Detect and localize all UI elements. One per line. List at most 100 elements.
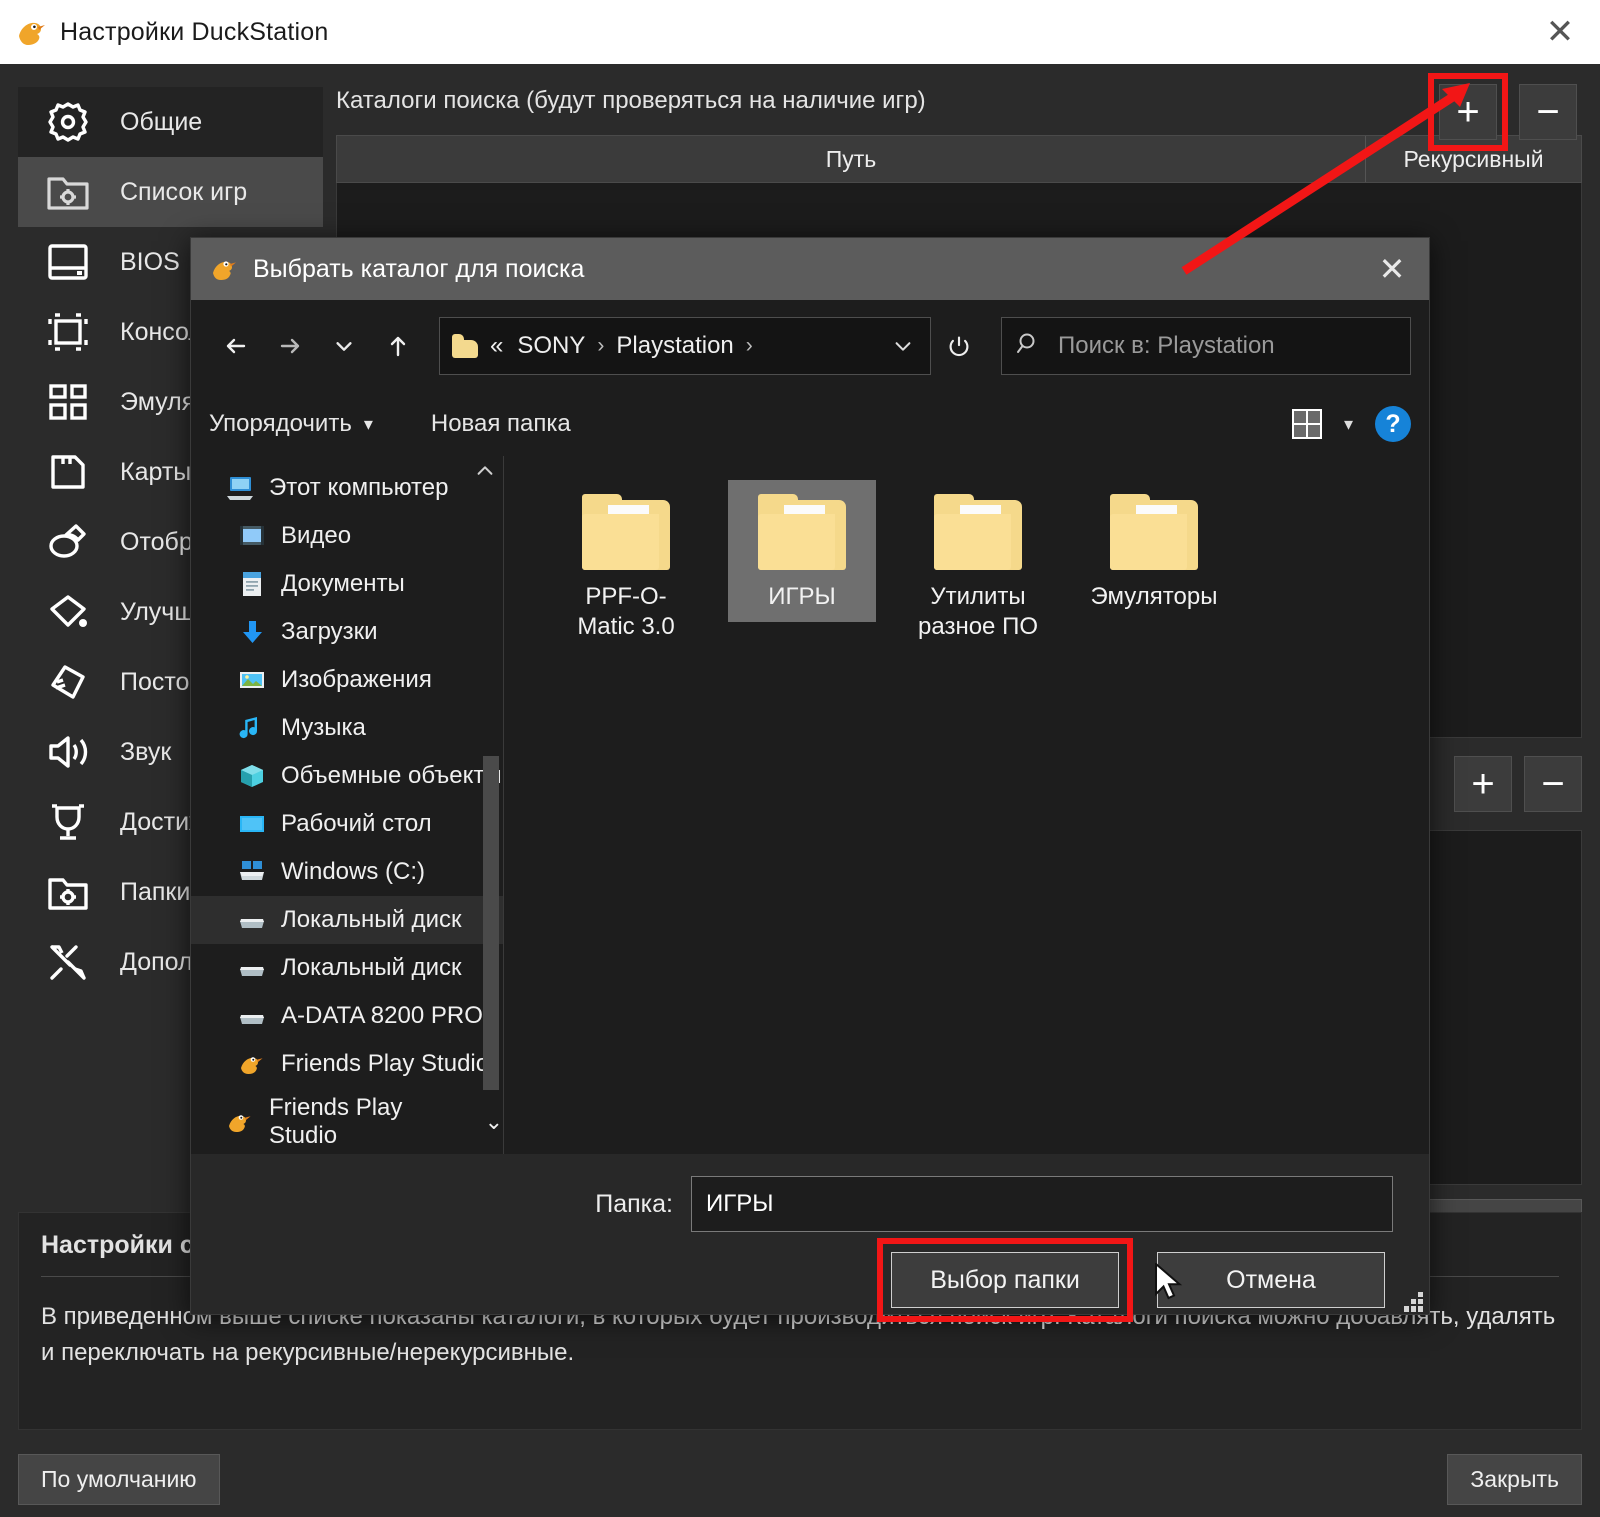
file-list-view[interactable]: PPF-O-Matic 3.0 ИГРЫ Утилиты разное ПО Э… <box>503 456 1429 1154</box>
tree-item-label: Музыка <box>281 714 366 741</box>
defaults-button[interactable]: По умолчанию <box>18 1454 220 1505</box>
arrow-up-icon[interactable] <box>371 319 425 373</box>
secondary-plus-minus: + − <box>1454 756 1582 812</box>
search-box[interactable]: Поиск в: Playstation <box>1001 317 1411 375</box>
tree-item-label: Friends Play Studio <box>269 1094 403 1149</box>
view-grid-icon[interactable] <box>1291 409 1322 439</box>
tree-item-label: Изображения <box>281 666 432 693</box>
tree-item-adata-drive[interactable]: A-DATA 8200 PRO <box>191 992 503 1040</box>
navigation-tree[interactable]: Этот компьютер Видео Документы Загрузки … <box>191 456 503 1154</box>
window-titlebar: Настройки DuckStation ✕ <box>0 0 1600 64</box>
caret-down-icon[interactable]: ▾ <box>1344 414 1353 435</box>
tree-item-friends-play-studio-root[interactable]: Friends Play Studio ⌄ <box>191 1090 503 1154</box>
chevron-up-icon[interactable] <box>473 460 497 488</box>
folder-name-input[interactable]: ИГРЫ <box>691 1176 1393 1232</box>
duckstation-logo-icon <box>225 1108 255 1136</box>
close-button[interactable]: Закрыть <box>1447 1454 1582 1505</box>
postfx-icon <box>42 656 94 708</box>
new-folder-button[interactable]: Новая папка <box>431 410 571 438</box>
file-item-utilities[interactable]: Утилиты разное ПО <box>890 474 1066 652</box>
tree-item-music[interactable]: Музыка <box>191 704 503 752</box>
file-item-emulators[interactable]: Эмуляторы <box>1066 474 1242 652</box>
remove-excluded-path-button[interactable]: − <box>1524 756 1582 812</box>
breadcrumb-item-sony[interactable]: SONY <box>517 332 585 360</box>
desktop-icon <box>237 810 267 838</box>
screen: Настройки DuckStation ✕ Общие Список игр <box>0 0 1600 1517</box>
enhance-icon <box>42 586 94 638</box>
breadcrumb-bar[interactable]: « › SONY › Playstation › <box>439 317 931 375</box>
trophy-icon <box>42 796 94 848</box>
arrow-left-icon[interactable] <box>209 319 263 373</box>
picture-icon <box>237 666 267 694</box>
gear-icon <box>42 96 94 148</box>
plus-icon: + <box>1456 90 1480 134</box>
computer-icon <box>225 474 255 502</box>
sidebar-item-label: BIOS <box>120 247 180 276</box>
folder-icon <box>582 494 670 570</box>
file-dialog-close-button[interactable]: ✕ <box>1365 245 1419 293</box>
download-icon <box>237 618 267 646</box>
file-item-label: PPF-O-Matic 3.0 <box>577 583 675 640</box>
file-dialog-footer: Папка: ИГРЫ Выбор папки Отмена <box>191 1154 1429 1322</box>
tree-item-local-disk-2[interactable]: Локальный диск <box>191 944 503 992</box>
sidebar-item-label: Список игр <box>120 177 248 206</box>
search-dir-toolbar: + − <box>1428 73 1582 151</box>
tree-item-3d-objects[interactable]: Объемные объекты <box>191 752 503 800</box>
file-dialog-main: Этот компьютер Видео Документы Загрузки … <box>191 456 1429 1154</box>
file-item-igry[interactable]: ИГРЫ <box>714 474 890 652</box>
minus-icon: − <box>1536 90 1560 134</box>
tree-item-label: Локальный диск <box>281 906 462 933</box>
blocks-icon <box>42 376 94 428</box>
tree-item-label: Локальный диск <box>281 954 462 981</box>
memcard-icon <box>42 446 94 498</box>
folder-name-row: Папка: ИГРЫ <box>191 1154 1429 1232</box>
file-item-label: Утилиты разное ПО <box>918 583 1038 640</box>
tree-item-label: Объемные объекты <box>281 762 502 789</box>
file-dialog-title: Выбрать каталог для поиска <box>253 254 585 283</box>
help-icon[interactable]: ? <box>1375 406 1411 442</box>
resize-grip-icon[interactable] <box>1402 1292 1428 1316</box>
add-excluded-path-button[interactable]: + <box>1454 756 1512 812</box>
chevron-down-icon[interactable]: ⌄ <box>485 1109 503 1135</box>
file-item-ppf-o-matic[interactable]: PPF-O-Matic 3.0 <box>538 474 714 652</box>
add-search-directory-button[interactable]: + <box>1439 84 1497 140</box>
search-input[interactable]: Поиск в: Playstation <box>1058 332 1275 360</box>
speaker-icon <box>42 726 94 778</box>
chevron-down-icon[interactable] <box>317 319 371 373</box>
cancel-wrap: Отмена <box>1149 1244 1393 1316</box>
window-close-button[interactable]: ✕ <box>1532 8 1588 56</box>
drive-icon <box>237 1002 267 1030</box>
tree-item-friends-play-studio[interactable]: Friends Play Studio <box>191 1040 503 1088</box>
add-search-directory-highlight: + <box>1428 73 1508 151</box>
breadcrumb-separator[interactable]: › <box>746 334 753 358</box>
file-dialog-buttons: Выбор папки Отмена <box>191 1232 1429 1322</box>
file-dialog-navbar: « › SONY › Playstation › Поиск в: Playst… <box>191 300 1429 392</box>
tree-item-pictures[interactable]: Изображения <box>191 656 503 704</box>
refresh-icon[interactable] <box>931 319 987 373</box>
folder-name-label: Папка: <box>595 1189 673 1218</box>
select-folder-button[interactable]: Выбор папки <box>891 1252 1119 1308</box>
cancel-button[interactable]: Отмена <box>1157 1252 1385 1308</box>
tree-item-videos[interactable]: Видео <box>191 512 503 560</box>
tree-item-windows-c[interactable]: Windows (C:) <box>191 848 503 896</box>
folder-cog-icon <box>42 866 94 918</box>
tree-item-local-disk-1[interactable]: Локальный диск <box>191 896 503 944</box>
tree-item-label: Видео <box>281 522 352 549</box>
tree-item-label: Windows (C:) <box>281 858 426 885</box>
folder-icon <box>452 334 478 358</box>
tree-item-documents[interactable]: Документы <box>191 560 503 608</box>
tree-item-this-pc[interactable]: Этот компьютер <box>191 464 503 512</box>
tree-item-downloads[interactable]: Загрузки <box>191 608 503 656</box>
column-header-path[interactable]: Путь <box>337 136 1366 182</box>
window-title: Настройки DuckStation <box>60 17 329 46</box>
sidebar-item-game-list[interactable]: Список игр <box>18 157 323 227</box>
organize-button[interactable]: Упорядочить ▾ <box>209 410 373 438</box>
sidebar-item-general[interactable]: Общие <box>18 87 323 157</box>
tree-item-desktop[interactable]: Рабочий стол <box>191 800 503 848</box>
remove-search-directory-button[interactable]: − <box>1519 84 1577 140</box>
tree-scrollbar[interactable] <box>483 756 499 1094</box>
chevron-down-icon[interactable] <box>892 335 914 357</box>
search-directories-heading: Каталоги поиска (будут проверяться на на… <box>336 87 926 114</box>
arrow-right-icon[interactable] <box>263 319 317 373</box>
breadcrumb-item-playstation[interactable]: Playstation <box>616 332 733 360</box>
